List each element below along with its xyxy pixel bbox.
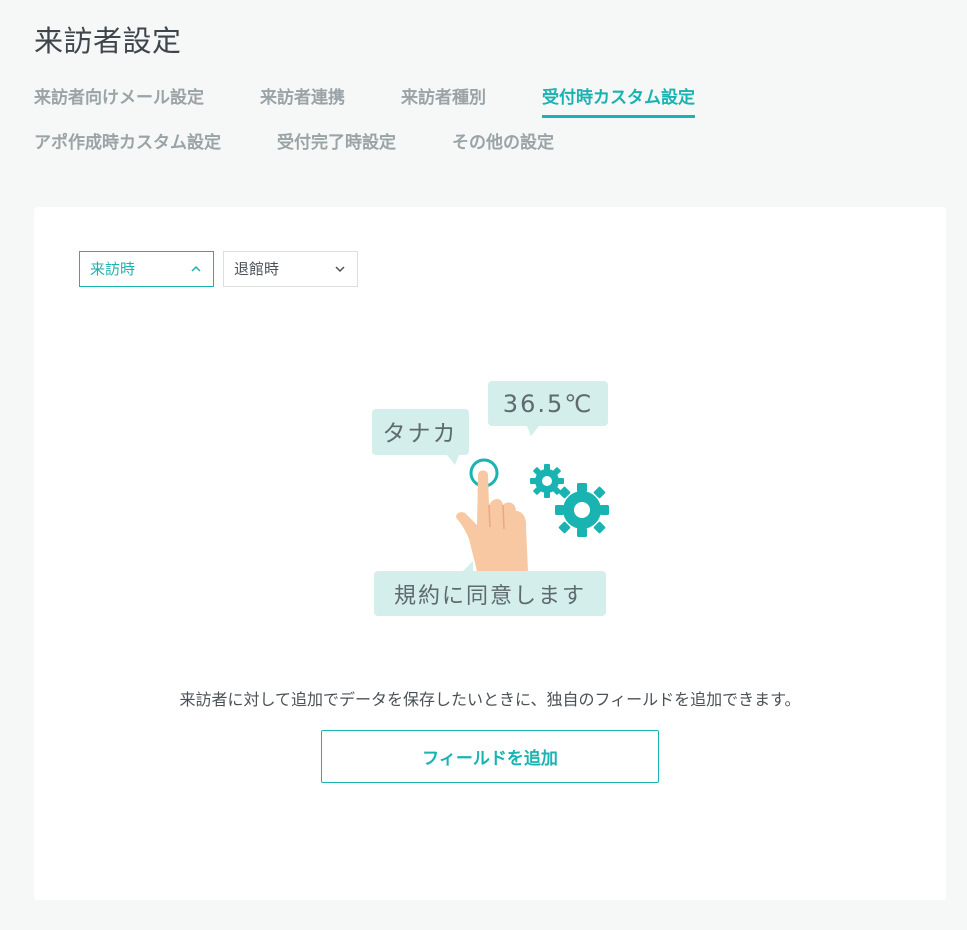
agree-text: 規約に同意します <box>394 584 586 609</box>
temperature-text: 36.5℃ <box>503 390 593 418</box>
leave-time-select[interactable]: 退館時 <box>223 251 358 287</box>
name-text: タナカ <box>383 421 458 447</box>
description-text: 来訪者に対して追加でデータを保存したいときに、独自のフィールドを追加できます。 <box>179 690 801 709</box>
tab-row-1: 来訪者向けメール設定 来訪者連携 来訪者種別 受付時カスタム設定 <box>34 78 934 123</box>
tab-appointment-custom-settings[interactable]: アポ作成時カスタム設定 <box>34 123 221 157</box>
tab-visitor-integration[interactable]: 来訪者連携 <box>260 78 345 112</box>
name-bubble: タナカ <box>372 409 469 465</box>
large-gear-icon <box>555 483 609 537</box>
tab-visitor-email-settings[interactable]: 来訪者向けメール設定 <box>34 78 204 112</box>
visit-time-select[interactable]: 来訪時 <box>79 251 214 287</box>
custom-field-illustration: 36.5℃ タナカ 規約に同意します <box>372 381 609 616</box>
page-title: 来訪者設定 <box>34 24 182 58</box>
custom-fields-card: 来訪時 退館時 36.5℃ タナカ 規約に同意します 来訪者に対して追加でデータ… <box>34 207 946 900</box>
tab-visitor-types[interactable]: 来訪者種別 <box>401 78 486 112</box>
tab-other-settings[interactable]: その他の設定 <box>452 123 554 157</box>
tab-reception-complete-settings[interactable]: 受付完了時設定 <box>277 123 396 157</box>
add-field-button[interactable]: フィールドを追加 <box>321 730 659 783</box>
temperature-bubble: 36.5℃ <box>488 381 608 436</box>
leave-time-select-label: 退館時 <box>234 260 280 278</box>
settings-tabs: 来訪者向けメール設定 来訪者連携 来訪者種別 受付時カスタム設定 アポ作成時カス… <box>34 78 934 168</box>
tab-row-2: アポ作成時カスタム設定 受付完了時設定 その他の設定 <box>34 123 934 168</box>
chevron-down-icon <box>335 266 345 273</box>
visit-time-select-label: 来訪時 <box>90 260 136 278</box>
pointing-hand-icon <box>456 470 528 571</box>
tab-reception-custom-settings[interactable]: 受付時カスタム設定 <box>542 78 695 118</box>
chevron-up-icon <box>191 265 201 272</box>
